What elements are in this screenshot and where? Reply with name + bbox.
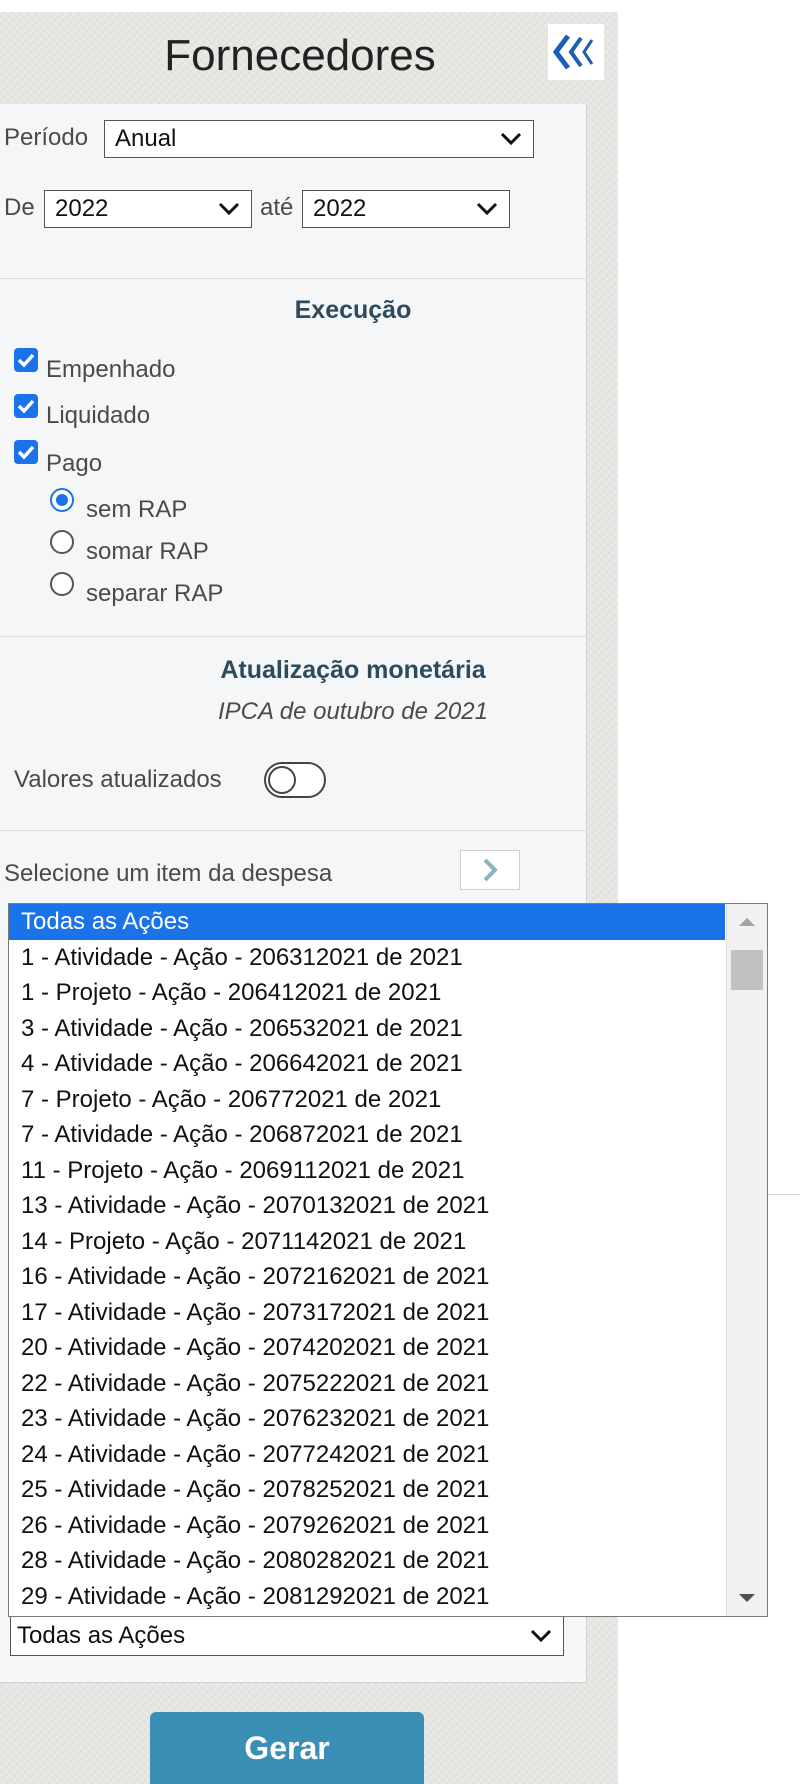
options-list: Todas as Ações 1 - Atividade - Ação - 206…: [9, 904, 725, 1614]
liquidado-label: Liquidado: [46, 402, 151, 429]
chevron-down-icon: [218, 202, 240, 216]
execucao-title: Execução: [294, 296, 412, 324]
chevron-right-icon: [483, 858, 498, 882]
listbox-option[interactable]: 11 - Projeto - Ação - 2069112021 de 2021: [9, 1153, 725, 1189]
listbox-option[interactable]: 14 - Projeto - Ação - 2071142021 de 2021: [9, 1224, 725, 1260]
year-to-select[interactable]: 2022: [302, 190, 510, 228]
listbox-option[interactable]: 1 - Atividade - Ação - 206312021 de 2021: [9, 940, 725, 976]
listbox-option[interactable]: 7 - Projeto - Ação - 206772021 de 2021: [9, 1082, 725, 1118]
divider: [0, 830, 586, 831]
liquidado-checkbox[interactable]: [14, 394, 38, 418]
empenhado-checkbox[interactable]: [14, 348, 38, 372]
scrollbar-thumb[interactable]: [731, 950, 763, 990]
chevron-down-icon: [530, 1629, 552, 1643]
listbox-option[interactable]: 22 - Atividade - Ação - 2075222021 de 20…: [9, 1366, 725, 1402]
listbox-option[interactable]: 24 - Atividade - Ação - 2077242021 de 20…: [9, 1437, 725, 1473]
sem-rap-label: sem RAP: [86, 496, 188, 523]
listbox-option[interactable]: 4 - Atividade - Ação - 206642021 de 2021: [9, 1046, 725, 1082]
year-from-value: 2022: [55, 195, 109, 222]
de-label: De: [4, 194, 35, 221]
gerar-button[interactable]: Gerar: [150, 1712, 424, 1784]
listbox-option[interactable]: 7 - Atividade - Ação - 206872021 de 2021: [9, 1117, 725, 1153]
periodo-label: Período: [4, 124, 89, 151]
ate-label: até: [260, 194, 294, 221]
chevron-down-icon: [476, 202, 498, 216]
valores-atualizados-label: Valores atualizados: [14, 766, 222, 793]
radio-separar-rap[interactable]: [50, 572, 74, 596]
page-title: Fornecedores: [164, 31, 436, 80]
ipca-reference: IPCA de outubro de 2021: [218, 698, 488, 725]
pago-label: Pago: [46, 450, 103, 477]
listbox-option[interactable]: 16 - Atividade - Ação - 2072162021 de 20…: [9, 1259, 725, 1295]
listbox-scrollbar[interactable]: [726, 904, 767, 1616]
listbox-option[interactable]: 20 - Atividade - Ação - 2074202021 de 20…: [9, 1330, 725, 1366]
listbox-option[interactable]: 29 - Atividade - Ação - 2081292021 de 20…: [9, 1579, 725, 1615]
atualizacao-title: Atualização monetária: [220, 656, 486, 684]
despesa-select-value: Todas as Ações: [17, 1622, 186, 1649]
listbox-option[interactable]: 17 - Atividade - Ação - 2073172021 de 20…: [9, 1295, 725, 1331]
scroll-up-arrow-icon[interactable]: [739, 918, 755, 926]
checkmark-icon: [17, 399, 35, 414]
despesa-prompt: Selecione um item da despesa: [4, 860, 333, 887]
next-button[interactable]: [460, 850, 520, 890]
pago-checkbox[interactable]: [14, 440, 38, 464]
chevron-down-icon: [500, 132, 522, 146]
valores-atualizados-toggle[interactable]: [264, 762, 326, 798]
listbox-option[interactable]: 25 - Atividade - Ação - 2078252021 de 20…: [9, 1472, 725, 1508]
listbox-option[interactable]: 23 - Atividade - Ação - 2076232021 de 20…: [9, 1401, 725, 1437]
collapse-sidebar-button[interactable]: [548, 24, 604, 80]
listbox-option[interactable]: 3 - Atividade - Ação - 206532021 de 2021: [9, 1011, 725, 1047]
listbox-option[interactable]: 13 - Atividade - Ação - 2070132021 de 20…: [9, 1188, 725, 1224]
divider: [0, 278, 586, 279]
despesa-options-listbox[interactable]: Todas as Ações 1 - Atividade - Ação - 206…: [8, 903, 768, 1617]
listbox-option[interactable]: 26 - Atividade - Ação - 2079262021 de 20…: [9, 1508, 725, 1544]
listbox-option[interactable]: 1 - Projeto - Ação - 206412021 de 2021: [9, 975, 725, 1011]
somar-rap-label: somar RAP: [86, 538, 209, 565]
empenhado-label: Empenhado: [46, 356, 176, 383]
despesa-select[interactable]: Todas as Ações: [10, 1616, 564, 1656]
radio-sem-rap[interactable]: [50, 488, 74, 512]
scroll-down-arrow-icon[interactable]: [739, 1594, 755, 1602]
toggle-knob: [268, 766, 296, 794]
checkmark-icon: [17, 445, 35, 460]
divider: [0, 636, 586, 637]
checkmark-icon: [17, 353, 35, 368]
year-to-value: 2022: [313, 195, 367, 222]
periodo-value: Anual: [115, 125, 177, 152]
year-from-select[interactable]: 2022: [44, 190, 252, 228]
periodo-select[interactable]: Anual: [104, 120, 534, 158]
listbox-option-selected[interactable]: Todas as Ações: [9, 904, 725, 940]
radio-somar-rap[interactable]: [50, 530, 74, 554]
listbox-option[interactable]: 28 - Atividade - Ação - 2080282021 de 20…: [9, 1543, 725, 1579]
separar-rap-label: separar RAP: [86, 580, 224, 607]
double-chevron-left-icon: [552, 34, 594, 70]
